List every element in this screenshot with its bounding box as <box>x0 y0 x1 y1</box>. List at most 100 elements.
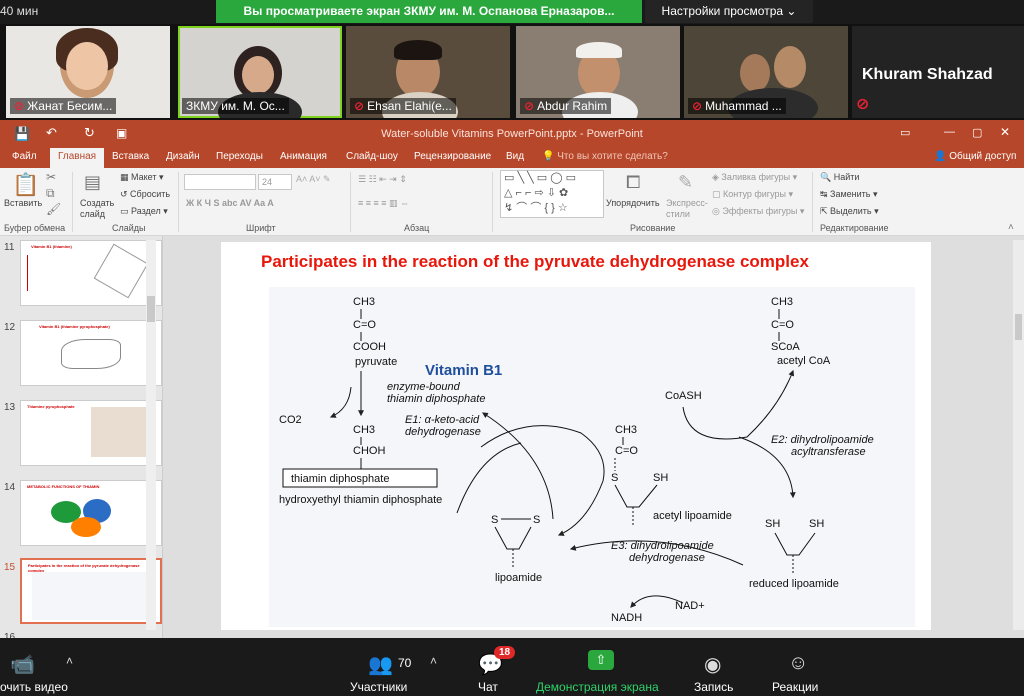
acetyl-coa-co: C=O <box>771 319 794 331</box>
tab-animation[interactable]: Анимация <box>280 151 327 162</box>
copy-icon[interactable]: ⧉ <box>46 186 55 201</box>
acetyl-coa-scoa: SCoA <box>771 341 800 353</box>
new-slide-label[interactable]: Создать слайд <box>80 198 120 220</box>
scroll-thumb[interactable] <box>147 296 155 322</box>
quick-styles-label[interactable]: Экспресс-стили <box>666 198 710 220</box>
tab-home[interactable]: Главная <box>50 148 105 168</box>
thumbnails-scrollbar[interactable] <box>146 240 156 630</box>
slide-thumbnail[interactable]: Thiamine pyrophosphate <box>20 400 162 466</box>
reactions-icon[interactable]: ☺ <box>788 652 808 675</box>
tell-me-box[interactable]: 💡 Что вы хотите сделать? <box>542 151 668 162</box>
view-settings-button[interactable]: Настройки просмотра ⌄ <box>645 0 813 23</box>
pyruvate-cooh: COOH <box>353 341 386 353</box>
quick-styles-icon[interactable]: ✎ <box>678 172 693 193</box>
shape-effects-button[interactable]: ◎ Эффекты фигуры ▾ <box>712 206 804 217</box>
enzyme-bound-label: enzyme-bound <box>387 381 461 393</box>
shape-fill-button[interactable]: ◈ Заливка фигуры ▾ <box>712 172 797 183</box>
share-screen-label[interactable]: Демонстрация экрана <box>536 680 659 694</box>
group-font: Шрифт <box>246 223 276 233</box>
collapse-ribbon-icon[interactable]: ˄ <box>1008 222 1014 233</box>
tab-slideshow[interactable]: Слайд-шоу <box>346 151 398 162</box>
shapes-gallery[interactable]: ▭ ╲ ╲ ▭ ◯ ▭ △ ⌐ ⌐ ⇨ ⇩ ✿ ↯ ⌒ ⌒ { } ☆ <box>500 170 604 218</box>
format-painter-icon[interactable]: 🖌 <box>46 202 61 216</box>
zoom-top-bar: 40 мин Вы просматриваете экран ЗКМУ им. … <box>0 0 1024 24</box>
cut-icon[interactable]: ✂ <box>46 170 56 184</box>
slide-thumbnail[interactable]: Vitamin B1 (thiamine) <box>20 240 162 306</box>
section-button[interactable]: ▭ Раздел ▾ <box>120 206 168 217</box>
find-button[interactable]: 🔍 Найти <box>820 172 859 183</box>
acetyl-lipoamide-s: S <box>611 472 618 484</box>
participant-tile[interactable]: ⊘ Ehsan Elahi(e... <box>346 26 510 118</box>
tab-view[interactable]: Вид <box>506 151 524 162</box>
arrange-label[interactable]: Упорядочить <box>606 198 660 208</box>
paste-icon[interactable]: 📋 <box>12 172 39 198</box>
participant-name: ⊘ Ehsan Elahi(e... <box>350 98 456 114</box>
close-icon[interactable]: ✕ <box>1000 125 1010 139</box>
slide-thumbnail-selected[interactable]: Participates in the reaction of the pyru… <box>20 558 162 624</box>
tab-review[interactable]: Рецензирование <box>414 151 491 162</box>
new-slide-icon[interactable]: ▤ <box>84 172 101 193</box>
record-label[interactable]: Запись <box>694 680 733 694</box>
minimize-icon[interactable]: — <box>944 126 955 138</box>
participant-tile[interactable]: ⊘ Жанат Бесим... <box>6 26 170 118</box>
video-options-chevron-icon[interactable]: ˄ <box>66 654 73 668</box>
slide-thumbnails-pane: 11 Vitamin B1 (thiamine) 12 Vitamin B1 (… <box>0 236 163 638</box>
record-icon[interactable]: ◉ <box>704 652 721 677</box>
pyruvate-ch3: CH3 <box>353 296 375 308</box>
e3-label-2: dehydrogenase <box>629 552 705 564</box>
thumb-number: 13 <box>4 402 16 413</box>
slide-thumbnail[interactable]: METABOLIC FUNCTIONS OF THIAMIN <box>20 480 162 546</box>
select-button[interactable]: ⇱ Выделить ▾ <box>820 206 879 217</box>
font-size-field[interactable]: 24 <box>258 174 292 190</box>
slide-title[interactable]: Participates in the reaction of the pyru… <box>261 252 809 272</box>
font-name-field[interactable] <box>184 174 256 190</box>
slide-thumbnail[interactable]: Vitamin B1 (thiamine pyrophosphate) <box>20 320 162 386</box>
participant-tile-name-only[interactable]: Khuram Shahzad ⊘ <box>852 26 1024 118</box>
participant-name: Khuram Shahzad <box>862 66 993 83</box>
lipoamide-s2: S <box>533 514 540 526</box>
thumb-number: 14 <box>4 482 16 493</box>
pyruvate-label: pyruvate <box>355 356 397 368</box>
intermediate-choh: CHOH <box>353 445 385 457</box>
align-icons[interactable]: ≡ ≡ ≡ ≡ ▥ ⇔ <box>358 198 409 209</box>
shape-outline-button[interactable]: ▢ Контур фигуры ▾ <box>712 189 793 200</box>
participants-icon[interactable]: 👥 <box>368 652 393 677</box>
meeting-timer: 40 мин <box>0 4 39 18</box>
participant-tile[interactable]: ⊘ Abdur Rahim <box>516 26 680 118</box>
current-slide[interactable]: Participates in the reaction of the pyru… <box>221 242 931 630</box>
group-editing: Редактирование <box>820 223 889 233</box>
arrange-icon[interactable]: ⧠ <box>626 172 640 193</box>
stop-video-label[interactable]: очить видео <box>0 680 68 694</box>
share-button[interactable]: 👤 Общий доступ <box>934 151 1016 162</box>
font-format-icons[interactable]: Ж К Ч S abc AV Aa A <box>186 198 274 208</box>
ribbon-home: 📋 Вставить ✂ ⧉ 🖌 Буфер обмена ▤ Создать … <box>0 168 1024 236</box>
list-icons[interactable]: ☰ ☷ ⇤ ⇥ ⇕ <box>358 174 407 185</box>
font-grow-shrink-icons[interactable]: A˄ A˅ ✎ <box>296 174 331 185</box>
tab-design[interactable]: Дизайн <box>166 151 200 162</box>
participants-options-chevron-icon[interactable]: ˄ <box>430 654 437 668</box>
participants-label[interactable]: Участники <box>350 680 407 694</box>
acetyl-lipoamide-sh: SH <box>653 472 668 484</box>
maximize-icon[interactable]: ▢ <box>972 126 982 139</box>
replace-button[interactable]: ↹ Заменить ▾ <box>820 189 878 200</box>
chat-label[interactable]: Чат <box>478 680 498 694</box>
reactions-label[interactable]: Реакции <box>772 680 818 694</box>
ribbon-display-icon[interactable]: ▭ <box>900 126 910 139</box>
participant-tile[interactable]: ЗКМУ им. М. Ос... <box>178 26 342 118</box>
tab-transitions[interactable]: Переходы <box>216 151 263 162</box>
e2-label-2: acyltransferase <box>791 446 866 458</box>
tdp-label: thiamin diphosphate <box>387 393 485 405</box>
paste-label[interactable]: Вставить <box>4 198 42 208</box>
pdh-complex-diagram[interactable]: CH3 C=O COOH pyruvate Vitamin B1 enzyme-… <box>269 287 915 627</box>
layout-button[interactable]: ▦ Макет ▾ <box>120 172 164 183</box>
thumb-number: 11 <box>4 242 15 253</box>
video-off-icon[interactable]: 📹 <box>10 652 35 677</box>
share-screen-icon[interactable]: ⇧ <box>588 650 614 670</box>
participant-tile[interactable]: ⊘ Muhammad ... <box>684 26 848 118</box>
reset-button[interactable]: ↺ Сбросить <box>120 189 170 200</box>
tab-file[interactable]: Файл <box>12 151 37 162</box>
slide-scrollbar[interactable] <box>1013 240 1024 630</box>
participant-name: ⊘ Жанат Бесим... <box>10 98 117 114</box>
scroll-thumb[interactable] <box>1015 314 1022 340</box>
tab-insert[interactable]: Вставка <box>112 151 149 162</box>
